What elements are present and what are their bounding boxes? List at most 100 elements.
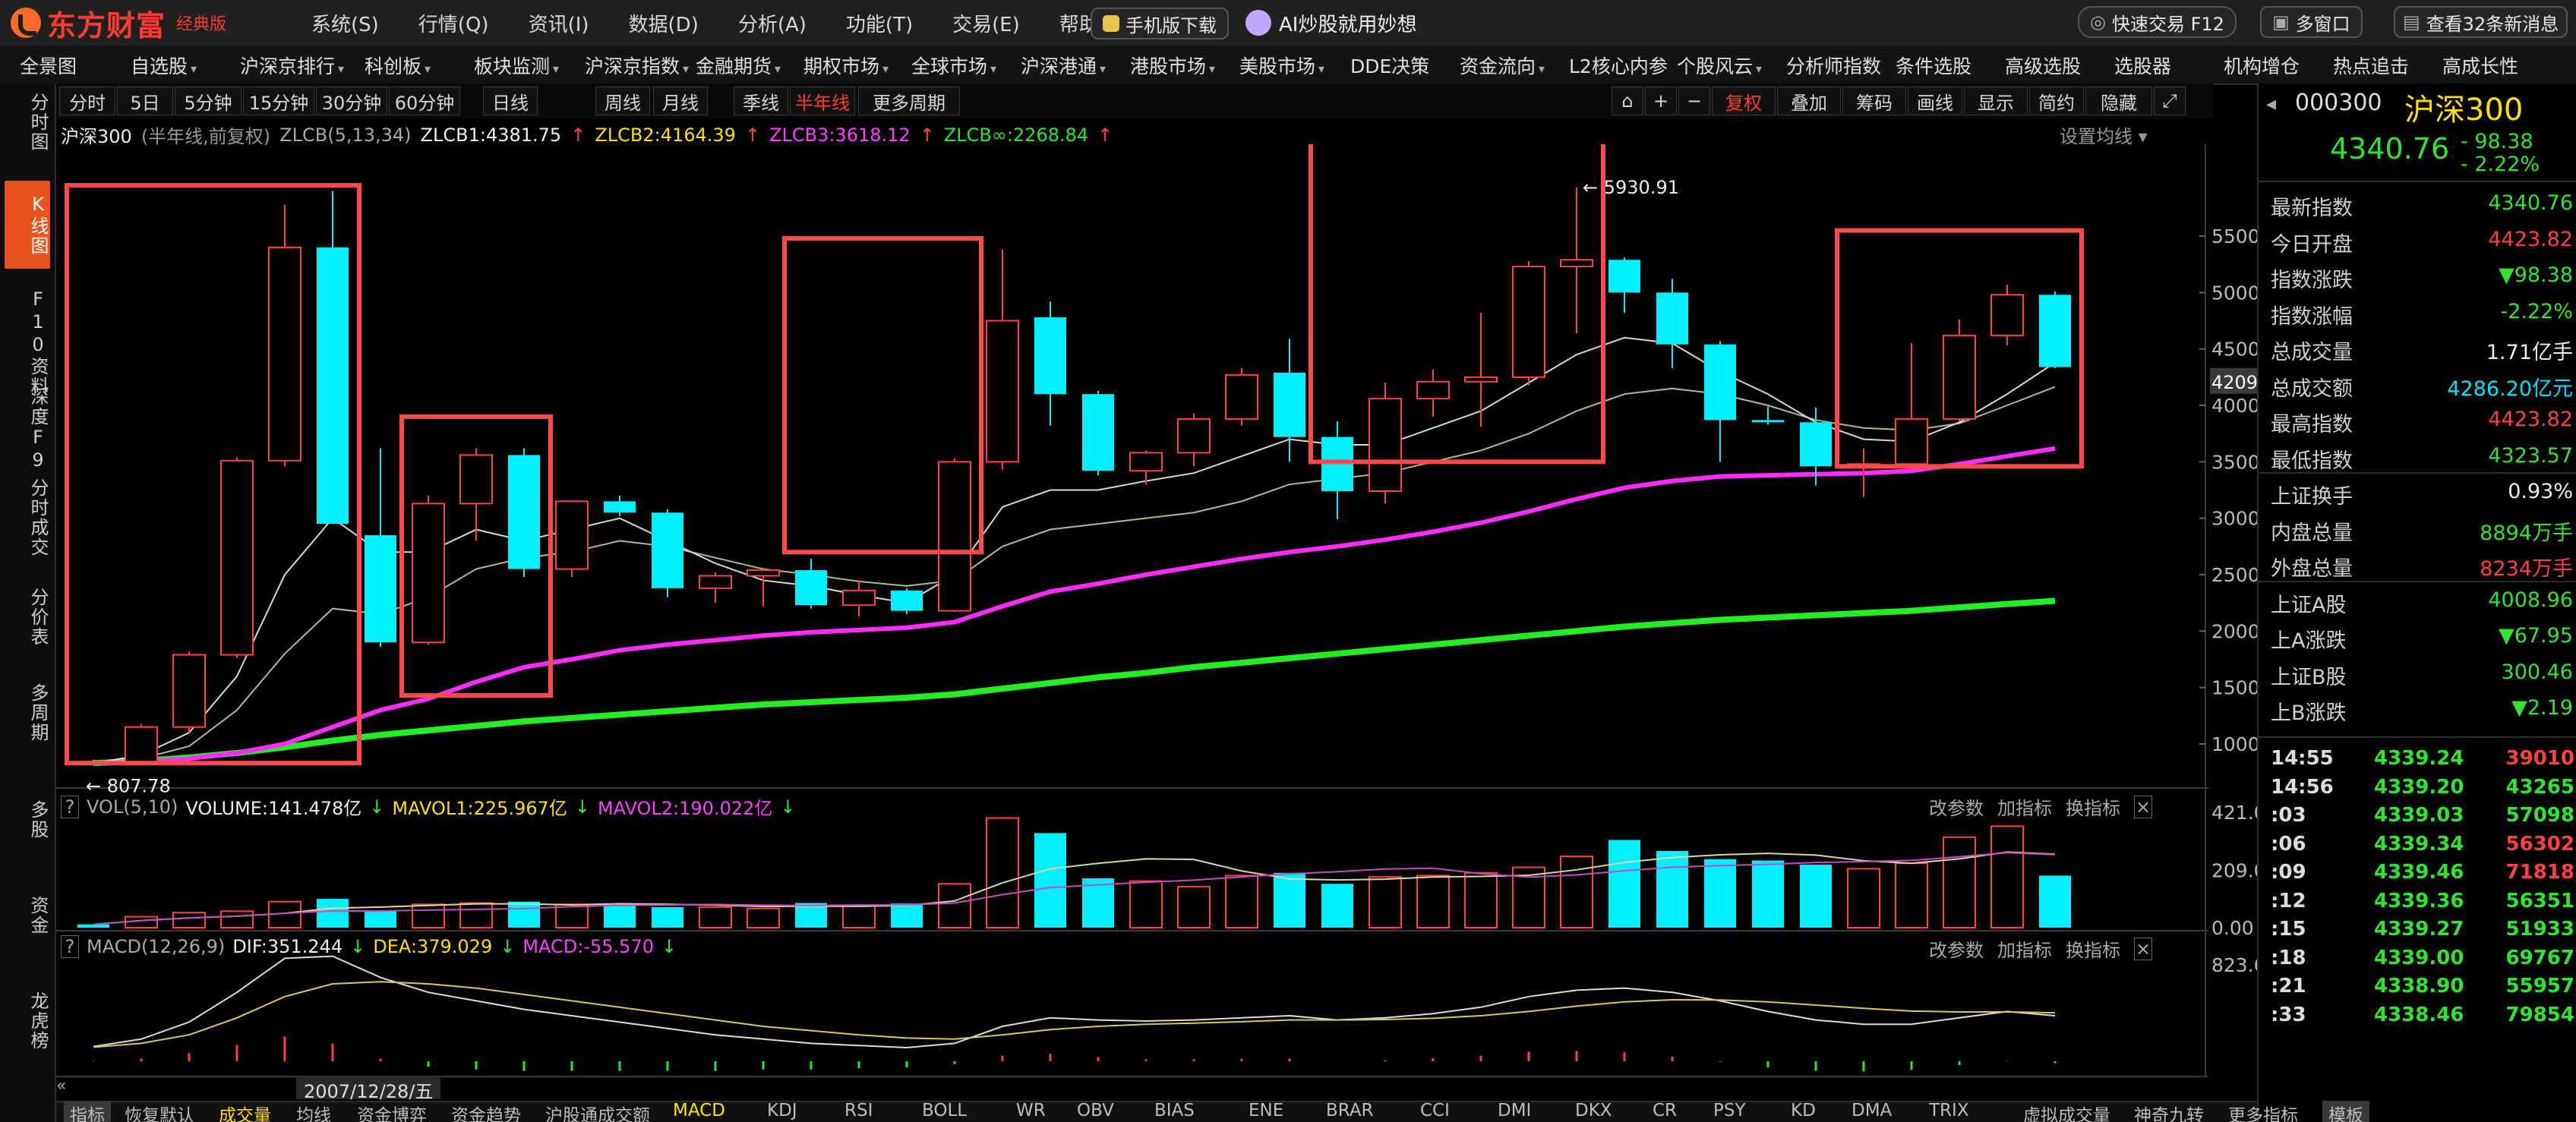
indicator-tab[interactable]: 虚拟成交量 (2023, 1101, 2110, 1122)
menu-analysis[interactable]: 分析(A) (738, 9, 807, 37)
indicator-tab[interactable]: 资金博弈 (357, 1101, 427, 1122)
help-icon[interactable]: ? (61, 795, 79, 818)
fullscreen-icon[interactable]: ⤢ (2154, 87, 2186, 115)
sidebar-item-f9[interactable]: 深度F9 (5, 387, 50, 472)
indicator-tab[interactable]: RSI (844, 1101, 873, 1120)
news-button[interactable]: ▤ 查看32条新消息 (2394, 6, 2568, 38)
nav-options[interactable]: 期权市场 ▾ (803, 52, 889, 79)
menu-system[interactable]: 系统(S) (311, 9, 379, 37)
sidebar-item-dragon-tiger[interactable]: 龙虎榜 (5, 991, 50, 1051)
sidebar-item-multi-stock[interactable]: 多股 (5, 800, 50, 840)
nav-dde[interactable]: DDE决策 (1350, 52, 1429, 79)
nav-conditional-picker[interactable]: 条件选股 (1896, 52, 1971, 79)
vol-edit-params[interactable]: 改参数 (1929, 793, 1984, 820)
indicator-tab[interactable]: 模板 (2322, 1101, 2369, 1122)
chips-button[interactable]: 筹码 (1842, 87, 1906, 115)
indicator-tab[interactable]: 恢复默认 (125, 1101, 194, 1122)
indicator-tab[interactable]: 沪股通成交额 (545, 1101, 650, 1122)
nav-capital-flow[interactable]: 资金流向 ▾ (1460, 52, 1545, 79)
indicator-name[interactable]: ZLCB(5,13,34) (279, 124, 411, 146)
close-icon[interactable]: × (2134, 795, 2152, 818)
simple-button[interactable]: 简约 (2029, 87, 2084, 115)
zoom-out-icon[interactable]: − (1678, 87, 1710, 115)
period-daily[interactable]: 日线 (483, 87, 538, 115)
nav-hk[interactable]: 港股市场 ▾ (1130, 52, 1215, 79)
period-timeshare[interactable]: 分时 (59, 87, 115, 115)
nav-sector-monitor[interactable]: 板块监测 ▾ (474, 52, 559, 79)
indicator-tab[interactable]: BIAS (1154, 1101, 1195, 1120)
nav-institution[interactable]: 机构增仓 (2224, 52, 2300, 79)
period-60min[interactable]: 60分钟 (389, 87, 460, 115)
macd-switch-indicator[interactable]: 换指标 (2066, 935, 2120, 962)
indicator-tab[interactable]: 神奇九转 (2134, 1101, 2204, 1122)
period-half-year[interactable]: 半年线 (790, 87, 855, 115)
sidebar-item-price-table[interactable]: 分价表 (5, 588, 50, 647)
zoom-in-icon[interactable]: + (1645, 87, 1677, 115)
period-more[interactable]: 更多周期 (858, 87, 960, 115)
prev-symbol-icon[interactable]: ◂ (2266, 93, 2276, 115)
multi-window-button[interactable]: ▣ 多窗口 (2260, 6, 2363, 38)
menu-trade[interactable]: 交易(E) (952, 9, 1020, 37)
nav-stock-screener[interactable]: 选股器 (2114, 52, 2171, 79)
nav-panorama[interactable]: 全景图 (20, 52, 77, 79)
indicator-tab[interactable]: DMA (1852, 1101, 1892, 1120)
indicator-tab[interactable]: 更多指标 (2228, 1101, 2298, 1122)
vol-name[interactable]: VOL(5,10) (87, 796, 178, 818)
macd-edit-params[interactable]: 改参数 (1929, 935, 1984, 962)
macd-add-indicator[interactable]: 加指标 (1997, 935, 2052, 962)
indicator-tab[interactable]: KD (1791, 1101, 1816, 1120)
menu-data[interactable]: 数据(D) (629, 9, 699, 37)
nav-advanced-picker[interactable]: 高级选股 (2005, 52, 2081, 79)
nav-stock-news[interactable]: 个股风云 ▾ (1677, 52, 1762, 79)
menu-functions[interactable]: 功能(T) (846, 9, 913, 37)
menu-news[interactable]: 资讯(I) (529, 9, 589, 37)
period-15min[interactable]: 15分钟 (243, 87, 314, 115)
period-5min[interactable]: 5分钟 (175, 87, 242, 115)
indicator-tab[interactable]: BOLL (922, 1101, 967, 1120)
hide-button[interactable]: 隐藏 (2085, 87, 2152, 115)
nav-us[interactable]: 美股市场 ▾ (1239, 52, 1324, 79)
macd-name[interactable]: MACD(12,26,9) (87, 936, 225, 957)
indicator-tab[interactable]: 资金趋势 (451, 1101, 521, 1122)
indicator-tab[interactable]: TRIX (1929, 1101, 1969, 1120)
nav-analyst[interactable]: 分析师指数 (1786, 52, 1881, 79)
sidebar-item-capital[interactable]: 资金 (5, 896, 50, 935)
draw-button[interactable]: 画线 (1908, 87, 1962, 115)
fast-trade-button[interactable]: ◎ 快速交易 F12 (2078, 6, 2237, 38)
sidebar-item-trades[interactable]: 分时成交 (5, 478, 50, 557)
indicator-tab[interactable]: DMI (1498, 1101, 1531, 1120)
indicator-tab[interactable]: 成交量 (219, 1101, 271, 1122)
nav-connect[interactable]: 沪深港通 ▾ (1021, 52, 1106, 79)
vol-switch-indicator[interactable]: 换指标 (2066, 793, 2120, 820)
indicator-tab[interactable]: MACD (673, 1101, 725, 1120)
period-monthly[interactable]: 月线 (653, 87, 708, 115)
indicator-tab[interactable]: KDJ (767, 1101, 797, 1120)
indicator-tab[interactable]: BRAR (1326, 1101, 1374, 1120)
overlay-button[interactable]: 叠加 (1777, 87, 1841, 115)
display-button[interactable]: 显示 (1964, 87, 2028, 115)
vol-add-indicator[interactable]: 加指标 (1997, 793, 2052, 820)
nav-high-growth[interactable]: 高成长性 (2442, 52, 2518, 79)
indicator-tab[interactable]: CR (1653, 1101, 1677, 1120)
indicator-tab[interactable]: WR (1016, 1101, 1046, 1120)
indicator-tab[interactable]: DKX (1575, 1101, 1612, 1120)
help-icon[interactable]: ? (61, 935, 79, 958)
scroll-left-icon[interactable]: « (56, 1076, 76, 1099)
sidebar-item-multi-period[interactable]: 多周期 (5, 683, 50, 742)
period-weekly[interactable]: 周线 (595, 87, 650, 115)
nav-financial-futures[interactable]: 金融期货 ▾ (696, 52, 781, 79)
nav-ranking[interactable]: 沪深京排行 ▾ (240, 52, 344, 79)
period-quarterly[interactable]: 季线 (734, 87, 788, 115)
nav-watchlist[interactable]: 自选股 ▾ (131, 52, 197, 79)
close-icon[interactable]: × (2134, 937, 2152, 960)
indicator-tab[interactable]: ENE (1249, 1101, 1283, 1120)
mobile-download-button[interactable]: 手机版下载 (1091, 8, 1229, 39)
nav-star-market[interactable]: 科创板 ▾ (365, 52, 431, 79)
lock-icon[interactable]: ⌂ (1612, 87, 1643, 115)
sidebar-item-kline[interactable]: K线图 (5, 181, 50, 269)
sidebar-item-timeshare[interactable]: 分时图 (5, 93, 50, 152)
adjust-button[interactable]: 复权 (1712, 87, 1776, 115)
period-5day[interactable]: 5日 (117, 87, 173, 115)
indicator-tab[interactable]: CCI (1420, 1101, 1450, 1120)
nav-global[interactable]: 全球市场 ▾ (911, 52, 996, 79)
